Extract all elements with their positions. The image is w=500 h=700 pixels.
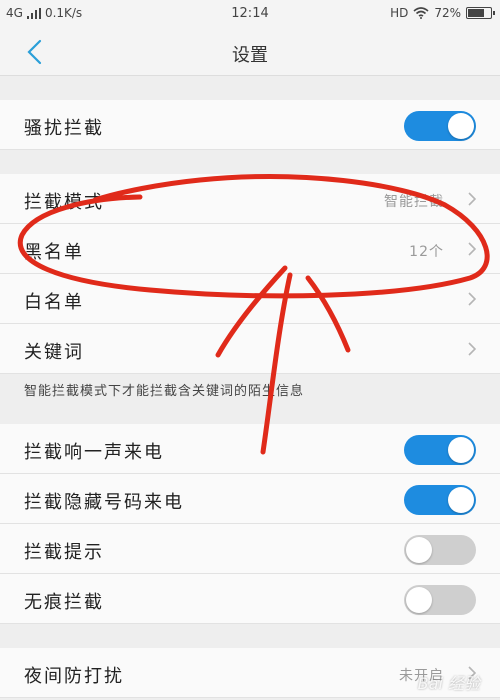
chevron-right-icon <box>468 342 477 356</box>
status-right: HD 72% <box>390 6 495 20</box>
toggle-row[interactable]: 无痕拦截 <box>0 574 500 624</box>
toggle-row[interactable]: 拦截提示 <box>0 524 500 574</box>
page-title: 设置 <box>232 45 268 66</box>
toggle-knob <box>448 487 474 513</box>
wifi-icon <box>413 7 429 19</box>
toggle-row[interactable]: 拦截响一声来电 <box>0 424 500 474</box>
toggle-row[interactable]: 拦截隐藏号码来电 <box>0 474 500 524</box>
harassment-block-row[interactable]: 骚扰拦截 <box>0 100 500 150</box>
keywords-note: 智能拦截模式下才能拦截含关键词的陌生信息 <box>24 384 305 399</box>
toggle-knob <box>406 587 432 613</box>
battery-percent: 72% <box>434 6 461 20</box>
keywords-label: 关键词 <box>24 342 84 363</box>
toggle-row-label: 拦截响一声来电 <box>24 442 164 463</box>
chevron-right-icon <box>468 292 477 306</box>
hidden-number-toggle[interactable] <box>404 485 476 515</box>
status-bar: 4G 0.1K/s 12:14 HD 72% <box>0 0 500 28</box>
harassment-block-label: 骚扰拦截 <box>24 118 104 139</box>
blacklist-row[interactable]: 黑名单 12个 <box>0 224 500 274</box>
chevron-right-icon <box>468 192 477 206</box>
night-dnd-label: 夜间防打扰 <box>24 666 124 687</box>
toggle-row-label: 拦截提示 <box>24 542 104 563</box>
blacklist-count: 12个 <box>409 244 444 260</box>
chevron-right-icon <box>468 242 477 256</box>
whitelist-row[interactable]: 白名单 <box>0 274 500 324</box>
toggle-row-label: 拦截隐藏号码来电 <box>24 492 184 513</box>
whitelist-label: 白名单 <box>24 292 84 313</box>
harassment-block-toggle[interactable] <box>404 111 476 141</box>
toggle-knob <box>448 437 474 463</box>
traceless-block-toggle[interactable] <box>404 585 476 615</box>
battery-icon <box>466 7 495 19</box>
toggle-knob <box>406 537 432 563</box>
block-mode-row[interactable]: 拦截模式 智能拦截 <box>0 174 500 224</box>
watermark: Bai 经验 <box>417 674 480 693</box>
block-notice-toggle[interactable] <box>404 535 476 565</box>
blacklist-label: 黑名单 <box>24 242 84 263</box>
battery-fill <box>468 9 484 17</box>
keywords-row[interactable]: 关键词 <box>0 324 500 374</box>
nav-bar: 设置 <box>0 28 500 76</box>
toggle-knob <box>448 113 474 139</box>
toggle-row-label: 无痕拦截 <box>24 592 104 613</box>
ring-once-toggle[interactable] <box>404 435 476 465</box>
block-mode-value: 智能拦截 <box>384 194 444 210</box>
block-mode-label: 拦截模式 <box>24 192 104 213</box>
hd-badge: HD <box>390 6 409 20</box>
